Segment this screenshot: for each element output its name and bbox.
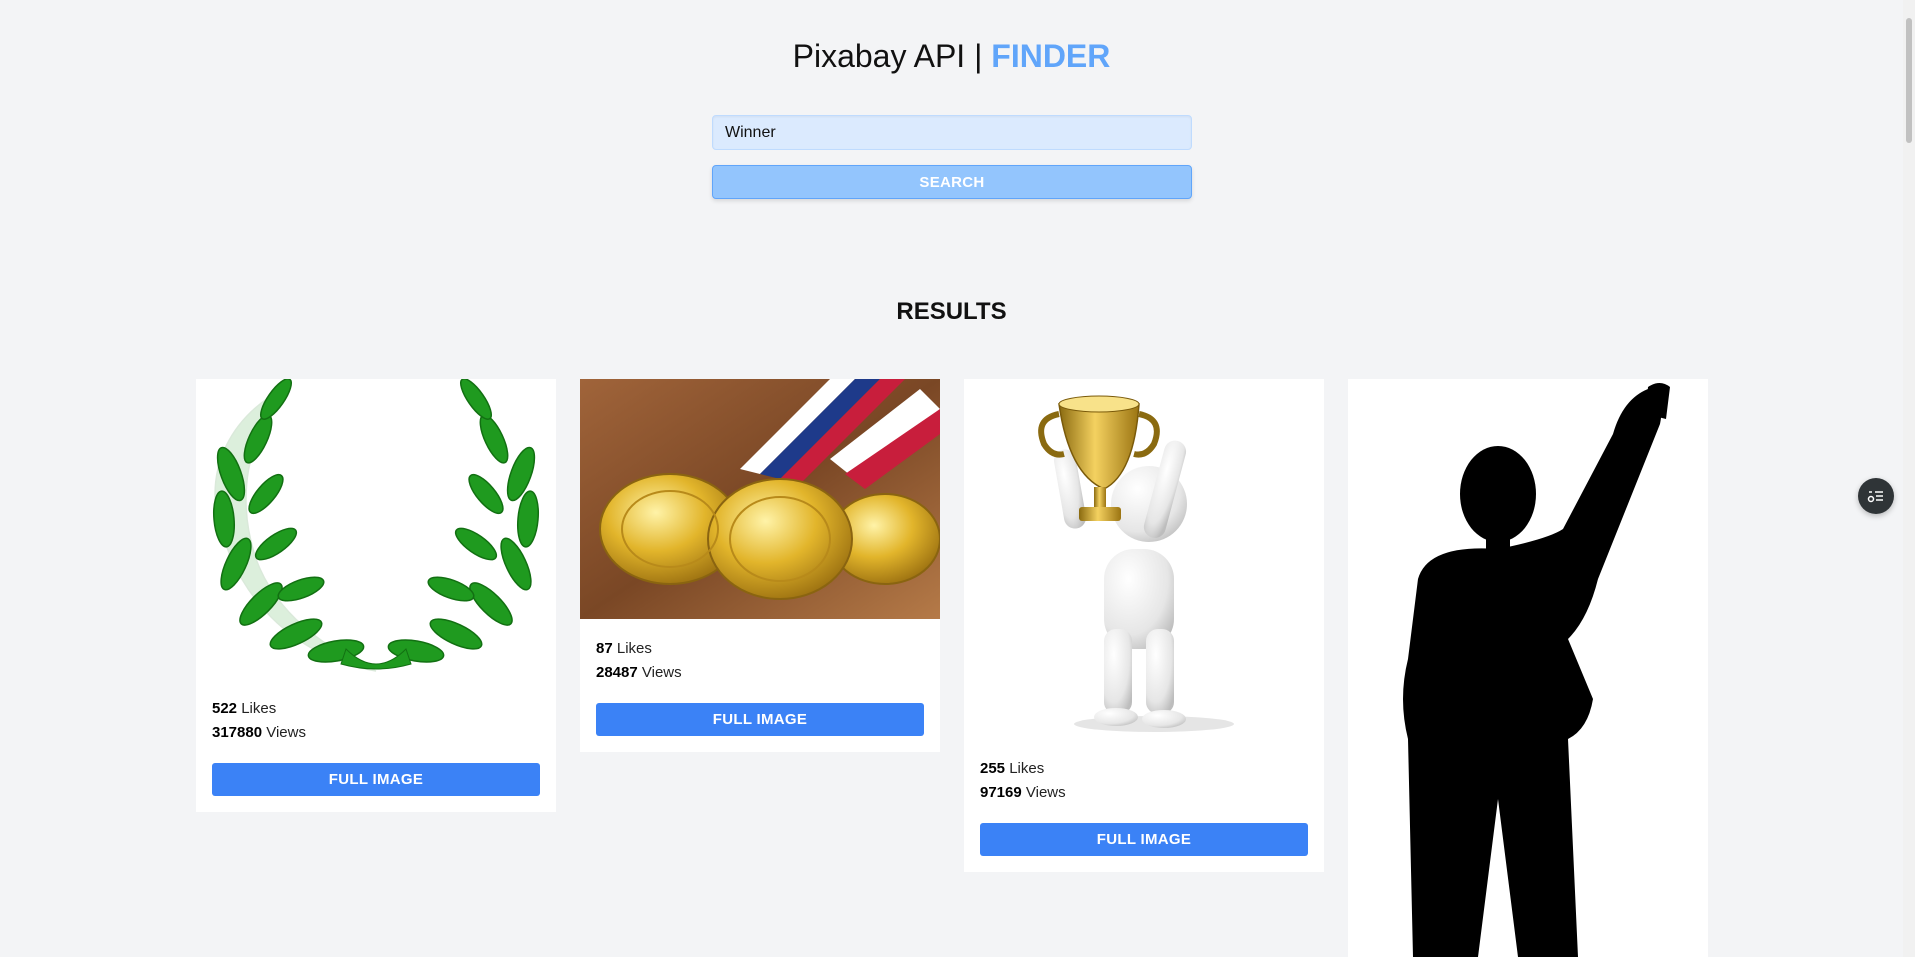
title-main: Pixabay API | (792, 38, 992, 74)
search-button[interactable]: SEARCH (712, 165, 1192, 199)
trophy-figure-image[interactable] (964, 379, 1324, 739)
views-label: Views (1025, 784, 1066, 801)
card-stats: 87 Likes 28487 Views (580, 619, 940, 685)
full-image-button[interactable]: FULL IMAGE (596, 703, 924, 736)
full-image-button[interactable]: FULL IMAGE (212, 763, 540, 796)
likes-label: Likes (616, 640, 652, 657)
title-accent: FINDER (991, 38, 1111, 74)
likes-count: 87 (596, 640, 613, 657)
likes-line: 87 Likes (596, 637, 924, 661)
likes-line: 255 Likes (980, 757, 1308, 781)
result-card: 255 Likes 97169 Views FULL IMAGE (964, 379, 1324, 872)
result-card (1348, 379, 1708, 957)
likes-count: 255 (980, 760, 1006, 777)
settings-list-icon[interactable] (1858, 478, 1894, 514)
likes-label: Likes (241, 700, 277, 717)
page-title: Pixabay API | FINDER (0, 38, 1903, 75)
views-label: Views (641, 664, 682, 681)
views-line: 28487 Views (596, 661, 924, 685)
full-image-button[interactable]: FULL IMAGE (980, 823, 1308, 856)
likes-count: 522 (212, 700, 238, 717)
scrollbar-thumb[interactable] (1906, 18, 1912, 143)
card-stats: 255 Likes 97169 Views (964, 739, 1324, 805)
views-count: 317880 (212, 724, 263, 741)
gold-medals-image[interactable] (580, 379, 940, 619)
page: Pixabay API | FINDER SEARCH RESULTS (0, 0, 1915, 957)
likes-label: Likes (1009, 760, 1045, 777)
result-card: 87 Likes 28487 Views FULL IMAGE (580, 379, 940, 752)
page-scrollbar[interactable] (1903, 0, 1915, 957)
winner-silhouette-image[interactable] (1348, 379, 1708, 957)
result-card: 522 Likes 317880 Views FULL IMAGE (196, 379, 556, 812)
search-input[interactable] (712, 115, 1192, 150)
views-count: 28487 (596, 664, 638, 681)
results-heading: RESULTS (896, 298, 1007, 325)
views-line: 317880 Views (212, 721, 540, 745)
card-stats: 522 Likes 317880 Views (196, 679, 556, 745)
settings-list-glyph (1867, 491, 1883, 503)
views-label: Views (266, 724, 306, 741)
laurel-wreath-image[interactable] (196, 379, 556, 679)
likes-line: 522 Likes (212, 697, 540, 721)
views-line: 97169 Views (980, 781, 1308, 805)
views-count: 97169 (980, 784, 1022, 801)
